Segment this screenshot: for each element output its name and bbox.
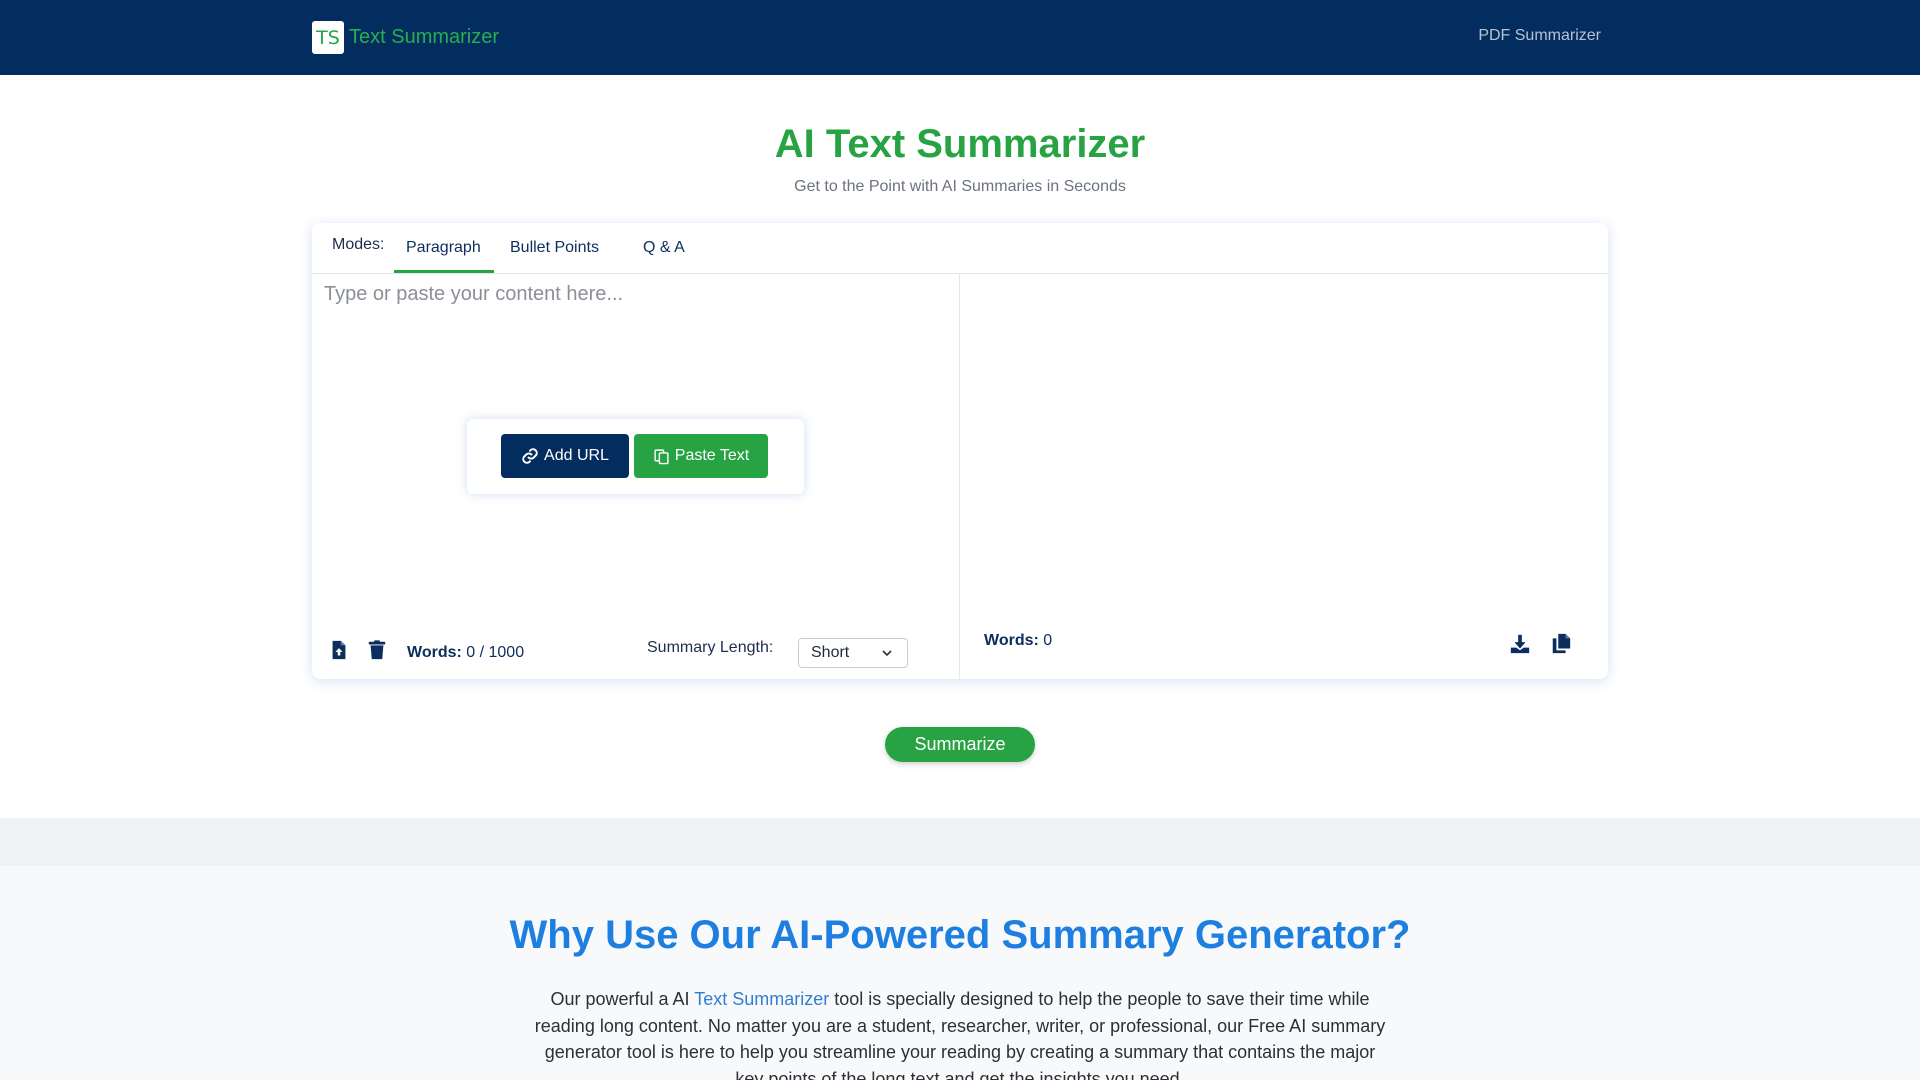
pane-divider: [959, 274, 960, 679]
tab-bullet-points[interactable]: Bullet Points: [510, 239, 599, 257]
why-text-before: Our powerful a AI: [550, 989, 695, 1009]
summary-length-label: Summary Length:: [647, 639, 774, 656]
chevron-down-icon: [882, 650, 892, 657]
brand-name: Text Summarizer: [349, 26, 500, 48]
why-section: Why Use Our AI-Powered Summary Generator…: [0, 866, 1920, 1080]
active-tab-indicator: [394, 270, 494, 273]
modes-bar: Modes: Paragraph Bullet Points Q & A: [312, 223, 1608, 274]
section-separator: [0, 818, 1920, 866]
brand-logo: TS: [312, 21, 344, 54]
download-icon[interactable]: [1509, 633, 1531, 655]
modes-label: Modes:: [332, 236, 385, 253]
summarize-button[interactable]: Summarize: [885, 727, 1035, 762]
content-input[interactable]: [324, 283, 944, 543]
add-url-label: Add URL: [544, 447, 609, 464]
page-title: AI Text Summarizer: [774, 122, 1146, 166]
text-summarizer-link[interactable]: Text Summarizer: [694, 989, 829, 1009]
file-upload-icon[interactable]: [328, 639, 350, 661]
tab-paragraph[interactable]: Paragraph: [406, 239, 481, 257]
output-words-label: Words:: [984, 632, 1039, 649]
tab-q-and-a[interactable]: Q & A: [643, 239, 685, 257]
brand-link[interactable]: TS Text Summarizer: [312, 21, 499, 54]
copy-icon[interactable]: [1550, 632, 1572, 654]
why-title: Why Use Our AI-Powered Summary Generator…: [509, 913, 1411, 957]
input-words-label: Words:: [407, 644, 462, 661]
why-paragraph: Our powerful a AI Text Summarizer tool i…: [532, 986, 1388, 1080]
navbar: TS Text Summarizer PDF Summarizer: [0, 0, 1920, 75]
output-word-count: Words: 0: [984, 632, 1052, 650]
nav-link-pdf-summarizer[interactable]: PDF Summarizer: [1478, 27, 1601, 45]
output-words-value: 0: [1043, 632, 1053, 649]
summary-length-select[interactable]: Short: [798, 638, 908, 668]
add-url-button[interactable]: Add URL: [501, 434, 629, 478]
summarizer-card: Modes: Paragraph Bullet Points Q & A Add…: [312, 223, 1608, 679]
trash-icon[interactable]: [366, 639, 388, 661]
paste-text-button[interactable]: Paste Text: [634, 434, 768, 478]
input-word-count: Words: 0 / 1000: [407, 644, 524, 662]
input-words-value: 0 / 1000: [466, 644, 525, 661]
paste-text-label: Paste Text: [674, 447, 750, 464]
paste-icon: [654, 448, 669, 464]
page-subtitle: Get to the Point with AI Summaries in Se…: [794, 178, 1126, 195]
input-actions: Add URL Paste Text: [467, 419, 804, 494]
link-icon: [522, 448, 538, 464]
summary-length-value: Short: [811, 644, 850, 661]
